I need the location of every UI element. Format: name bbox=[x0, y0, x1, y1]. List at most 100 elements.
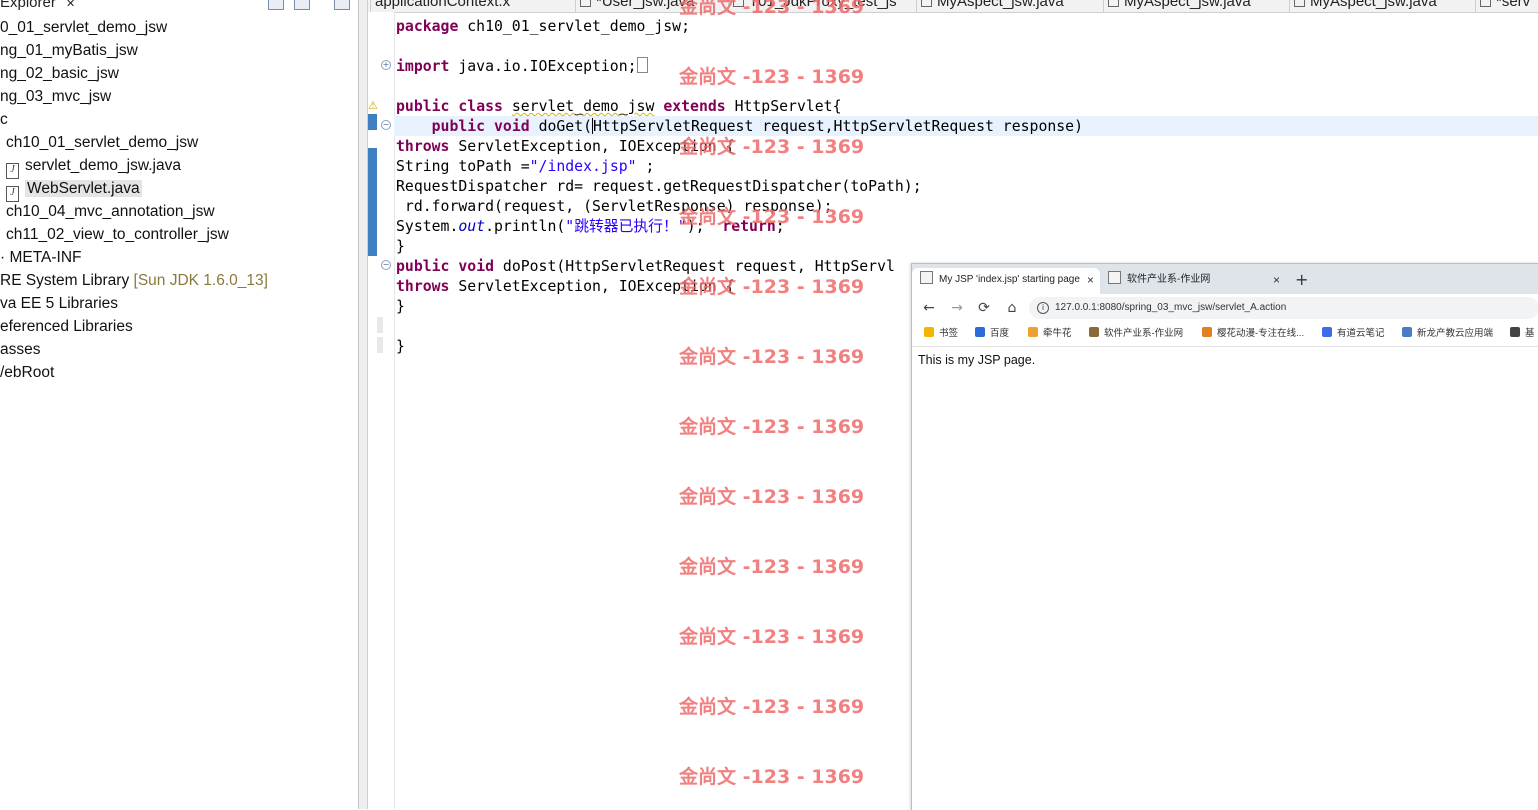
tree-item[interactable]: ng_01_myBatis_jsw bbox=[0, 39, 138, 62]
tree-item-label: ng_03_mvc_jsw bbox=[0, 88, 112, 105]
change-marker bbox=[368, 114, 377, 130]
tree-item[interactable]: Jservlet_demo_jsw.java bbox=[6, 154, 181, 179]
code-line: throws ServletException, IOException { bbox=[396, 278, 735, 295]
tree-item[interactable]: ch10_04_mvc_annotation_jsw bbox=[6, 200, 215, 223]
tree-item-label: ch10_01_servlet_demo_jsw bbox=[6, 134, 199, 151]
tree-item[interactable]: ch11_02_view_to_controller_jsw bbox=[6, 223, 229, 246]
bookmark-item[interactable]: 新龙产教云应用端 bbox=[1402, 326, 1493, 342]
address-bar[interactable]: i 127.0.0.1:8080/spring_03_mvc_jsw/servl… bbox=[1029, 297, 1538, 319]
bookmark-item[interactable]: 书签 bbox=[924, 326, 958, 342]
bookmark-favicon-icon bbox=[1510, 327, 1520, 337]
home-button[interactable]: ⌂ bbox=[1003, 299, 1021, 317]
watermark-text: 金尚文 -123 - 1369 bbox=[679, 556, 865, 578]
watermark-text: 金尚文 -123 - 1369 bbox=[679, 416, 865, 438]
browser-tab-homework[interactable]: 软件产业系-作业网 × bbox=[1100, 268, 1286, 294]
close-tab-icon[interactable]: × bbox=[1273, 268, 1280, 292]
watermark-text: 金尚文 -123 - 1369 bbox=[679, 486, 865, 508]
new-tab-button[interactable]: + bbox=[1295, 270, 1308, 289]
url-text: 127.0.0.1:8080/spring_03_mvc_jsw/servlet… bbox=[1055, 302, 1287, 313]
tree-item[interactable]: ng_02_basic_jsw bbox=[0, 62, 119, 85]
code-line: } bbox=[396, 238, 405, 255]
editor-tab[interactable]: MyAspect_jsw.java bbox=[916, 0, 1064, 12]
forward-button[interactable]: → bbox=[948, 299, 966, 317]
sash[interactable] bbox=[359, 0, 368, 809]
tree-item[interactable]: ch10_01_servlet_demo_jsw bbox=[6, 131, 198, 154]
tree-item-label: eferenced Libraries bbox=[0, 318, 133, 335]
tree-item[interactable]: c bbox=[0, 108, 8, 131]
code-line: } bbox=[396, 338, 405, 355]
tree-item[interactable]: eferenced Libraries bbox=[0, 315, 133, 338]
bookmark-label: 基 bbox=[1525, 328, 1535, 339]
tree-item[interactable]: 0_01_servlet_demo_jsw bbox=[0, 16, 167, 39]
bookmark-label: 书签 bbox=[939, 328, 959, 339]
collapse-all-icon[interactable] bbox=[268, 0, 284, 10]
site-favicon-icon bbox=[1108, 271, 1121, 284]
collapse-icon[interactable]: − bbox=[381, 120, 391, 130]
tree-item-label: asses bbox=[0, 341, 41, 358]
tree-item[interactable]: J WebServlet.java bbox=[6, 177, 142, 202]
close-icon[interactable]: ✕ bbox=[66, 0, 75, 10]
code-line: System.out.println("跳转器已执行！"); return; bbox=[396, 218, 785, 235]
editor-tab[interactable]: applicationContext.x bbox=[370, 0, 510, 12]
tree-item-label: servlet_demo_jsw.java bbox=[25, 157, 181, 174]
editor-tab[interactable]: MyAspect_jsw.java bbox=[1289, 0, 1437, 12]
change-marker bbox=[368, 148, 377, 256]
browser-toolbar: ← → ⟳ ⌂ i 127.0.0.1:8080/spring_03_mvc_j… bbox=[912, 294, 1538, 322]
java-file-icon bbox=[733, 0, 744, 7]
bookmark-favicon-icon bbox=[1402, 327, 1412, 337]
bookmark-item[interactable]: 软件产业系-作业网 bbox=[1089, 326, 1183, 342]
collapse-icon[interactable]: − bbox=[381, 260, 391, 270]
tree-item[interactable]: ng_03_mvc_jsw bbox=[0, 85, 111, 108]
editor-tab-label: applicationContext.x bbox=[375, 0, 511, 10]
code-line: throws ServletException, IOException { bbox=[396, 138, 735, 155]
bookmark-item[interactable]: 百度 bbox=[975, 326, 1009, 342]
tree-item-decoration: [Sun JDK 1.6.0_13] bbox=[133, 272, 268, 289]
editor-tab[interactable]: T01_JdkProxy_test_js bbox=[728, 0, 897, 12]
bookmark-item[interactable]: 牵牛花 bbox=[1028, 326, 1072, 342]
bookmark-favicon-icon bbox=[924, 327, 934, 337]
bookmarks-bar: 书签 百度 牵牛花 软件产业系-作业网 樱花动漫-专注在线... 有道云笔记 新龙产教云应用… bbox=[912, 322, 1538, 347]
back-button[interactable]: ← bbox=[920, 299, 938, 317]
watermark-text: 金尚文 -123 - 1369 bbox=[679, 626, 865, 648]
close-tab-icon[interactable]: × bbox=[1087, 268, 1094, 292]
view-menu-icon[interactable] bbox=[334, 0, 350, 10]
site-info-icon[interactable]: i bbox=[1037, 302, 1049, 314]
bookmark-label: 樱花动漫-专注在线... bbox=[1217, 328, 1305, 339]
editor-tab[interactable]: *User_jsw.java bbox=[575, 0, 694, 12]
explorer-title-text: Explorer bbox=[0, 0, 56, 11]
tree-item-label: va EE 5 Libraries bbox=[0, 295, 119, 312]
code-line: import java.io.IOException; bbox=[396, 57, 648, 77]
gutter-marker bbox=[377, 317, 383, 333]
expand-import-icon[interactable]: + bbox=[381, 60, 391, 70]
browser-tab-strip: My JSP 'index.jsp' starting page × 软件产业系… bbox=[912, 264, 1538, 294]
bookmark-item[interactable]: 有道云笔记 bbox=[1322, 326, 1385, 342]
code-line: rd.forward(request, (ServletResponse) re… bbox=[396, 198, 833, 215]
page-favicon-icon bbox=[920, 271, 933, 284]
tree-item[interactable]: /ebRoot bbox=[0, 361, 54, 384]
package-explorer: Explorer ✕ 0_01_servlet_demo_jsw ng_01_my… bbox=[0, 0, 359, 809]
watermark-text: 金尚文 -123 - 1369 bbox=[679, 766, 865, 788]
tree-item[interactable]: RE System Library [Sun JDK 1.6.0_13] bbox=[0, 269, 268, 292]
overview-ruler bbox=[368, 12, 377, 809]
editor-tab-label: MyAspect_jsw.java bbox=[937, 0, 1064, 10]
tree-item[interactable]: asses bbox=[0, 338, 41, 361]
reload-button[interactable]: ⟳ bbox=[975, 299, 993, 317]
bookmark-item[interactable]: 樱花动漫-专注在线... bbox=[1202, 326, 1304, 342]
warning-icon[interactable]: ⚠ bbox=[368, 100, 380, 111]
tab-title: 软件产业系-作业网 bbox=[1127, 274, 1211, 285]
watermark-text: 金尚文 -123 - 1369 bbox=[679, 66, 865, 88]
browser-window: My JSP 'index.jsp' starting page × 软件产业系… bbox=[911, 263, 1538, 810]
editor-tab[interactable]: *serv bbox=[1475, 0, 1530, 12]
bookmark-favicon-icon bbox=[1089, 327, 1099, 337]
tree-item[interactable]: va EE 5 Libraries bbox=[0, 292, 118, 315]
browser-tab-jsp[interactable]: My JSP 'index.jsp' starting page × bbox=[912, 268, 1100, 294]
tree-item-label: ng_01_myBatis_jsw bbox=[0, 42, 138, 59]
tab-title: My JSP 'index.jsp' starting page bbox=[939, 274, 1080, 285]
editor-tab[interactable]: MyAspect_jsw.java bbox=[1103, 0, 1251, 12]
bookmark-item[interactable]: 基 bbox=[1510, 326, 1535, 342]
folded-imports-box[interactable] bbox=[636, 57, 648, 73]
editor-tab-label: T01_JdkProxy_test_js bbox=[749, 0, 897, 10]
link-editor-icon[interactable] bbox=[294, 0, 310, 10]
tree-item[interactable]: · META-INF bbox=[0, 246, 82, 269]
editor-tabs: applicationContext.x *User_jsw.java T01_Jd… bbox=[368, 0, 1538, 13]
